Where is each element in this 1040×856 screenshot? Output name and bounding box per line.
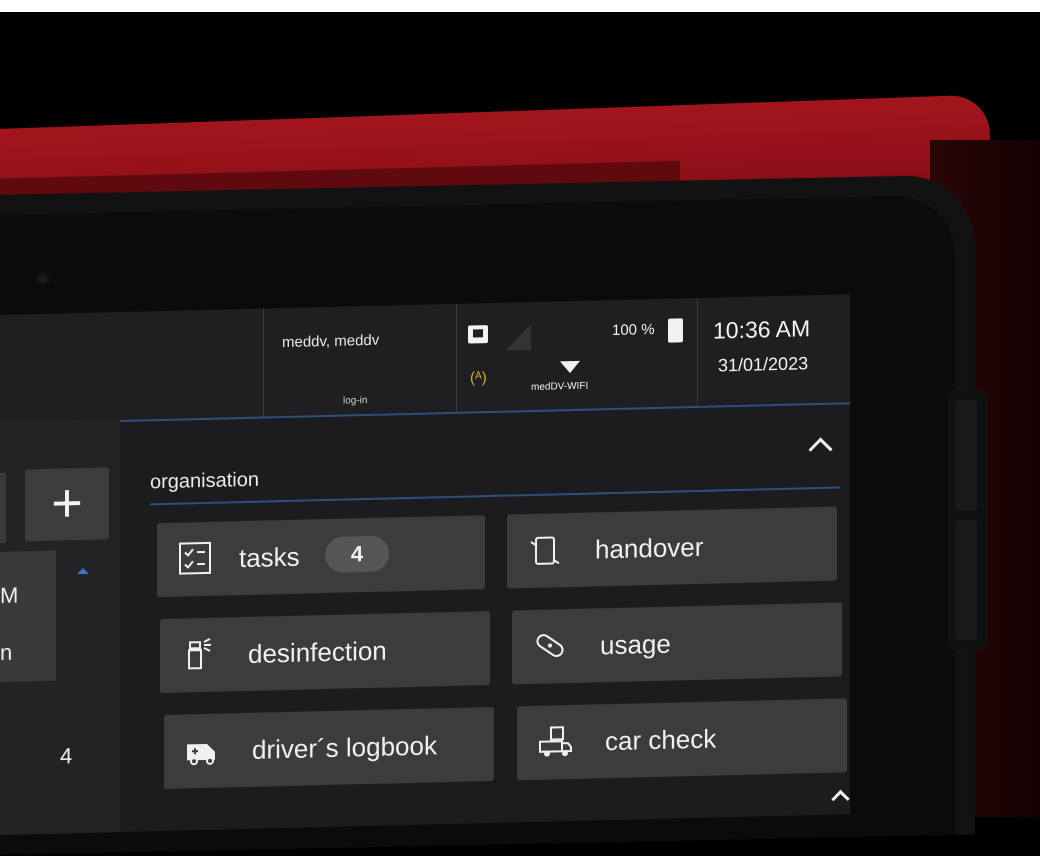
clock-time: 10:36 AM	[713, 315, 811, 344]
cellular-signal-icon	[505, 324, 531, 351]
status-bar: meddv, meddv log-in 100 % (ᴬ) medDV-WIFI…	[0, 294, 850, 425]
ambulance-icon	[187, 743, 215, 766]
spray-bottle-icon	[188, 637, 211, 670]
ethernet-icon	[468, 325, 488, 344]
handover-label: handover	[595, 531, 704, 565]
clock-date: 31/01/2023	[718, 353, 809, 376]
list-item-text: n	[0, 639, 13, 665]
handover-button[interactable]: handover	[507, 506, 837, 589]
usage-button[interactable]: usage	[512, 602, 842, 685]
tablet-screen: meddv, meddv log-in 100 % (ᴬ) medDV-WIFI…	[0, 294, 850, 835]
truck-check-icon	[539, 726, 572, 757]
battery-icon	[668, 318, 683, 343]
login-link[interactable]: log-in	[343, 395, 367, 407]
section-title: organisation	[150, 468, 259, 494]
scroll-up-icon[interactable]	[77, 567, 89, 575]
car-check-label: car check	[605, 723, 717, 757]
checklist-icon	[179, 541, 211, 575]
tasks-count-badge: 4	[325, 535, 389, 574]
wifi-name: medDV-WIFI	[531, 380, 589, 394]
camera-icon	[36, 272, 50, 286]
battery-level: 100 %	[612, 321, 655, 340]
car-check-button[interactable]: car check	[517, 698, 847, 781]
page-number: 4	[60, 743, 73, 769]
volume-button[interactable]	[955, 520, 977, 640]
user-name[interactable]: meddv, meddv	[282, 332, 379, 351]
drivers-logbook-label: driver´s logbook	[252, 730, 437, 765]
tasks-button[interactable]: tasks 4	[157, 515, 485, 598]
antenna-icon: (ᴬ)	[470, 369, 487, 387]
chevron-up-icon[interactable]	[808, 437, 833, 462]
top-border	[0, 0, 1040, 12]
chevron-up-icon[interactable]	[831, 789, 850, 809]
tasks-label: tasks	[239, 541, 300, 574]
desinfection-button[interactable]: desinfection	[160, 611, 490, 694]
usage-label: usage	[600, 628, 671, 661]
add-button[interactable]: +	[25, 467, 109, 542]
power-button[interactable]	[955, 400, 977, 510]
drivers-logbook-button[interactable]: driver´s logbook	[164, 706, 494, 789]
list-item-text: M	[0, 582, 19, 608]
status-divider	[697, 297, 698, 406]
status-divider	[456, 303, 457, 412]
left-button-stub[interactable]	[0, 472, 6, 543]
bandage-icon	[536, 634, 564, 657]
status-divider	[263, 308, 264, 417]
handover-icon	[530, 536, 560, 565]
desinfection-label: desinfection	[248, 635, 387, 669]
wifi-icon	[560, 360, 580, 374]
